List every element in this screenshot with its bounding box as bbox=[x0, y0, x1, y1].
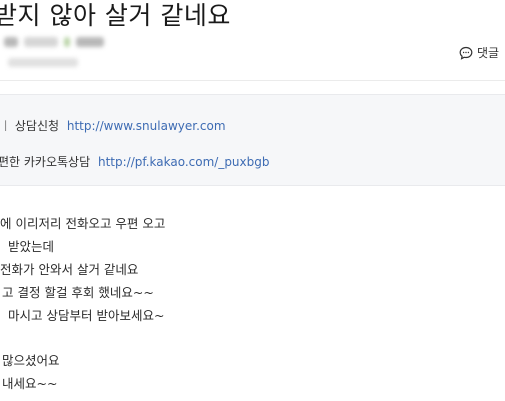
post-title: 받지 않아 살거 같네요 bbox=[0, 1, 231, 30]
kakao-consult-row: 편한 카카오톡상담 http://pf.kakao.com/_puxbgb bbox=[0, 153, 270, 170]
body-line-blank bbox=[0, 327, 165, 349]
author-badge-blur bbox=[64, 37, 70, 47]
body-line: 받았는데 bbox=[8, 239, 55, 254]
comment-button[interactable]: 댓글 bbox=[459, 44, 499, 61]
chat-bubble-icon bbox=[459, 46, 473, 60]
post-date-blur bbox=[8, 57, 78, 67]
body-line: 마시고 상담부터 받아보세요~ bbox=[8, 308, 165, 323]
blog-post-view: 받지 않아 살거 같네요 댓글 ㅣ 상담신청 http://www.snulaw… bbox=[0, 0, 505, 401]
body-line: 전화가 안와서 살거 같네요 bbox=[0, 262, 139, 277]
consult-request-link[interactable]: http://www.snulawyer.com bbox=[67, 119, 226, 133]
header-divider bbox=[0, 80, 505, 81]
kakao-consult-label: 편한 카카오톡상담 bbox=[0, 155, 91, 169]
comment-label: 댓글 bbox=[477, 46, 500, 60]
author-name-blur bbox=[24, 37, 58, 47]
consult-request-label: 상담신청 bbox=[14, 119, 60, 133]
author-info-blurred bbox=[4, 35, 104, 49]
body-line: 에 이리저리 전화오고 우편 오고 bbox=[0, 216, 166, 231]
post-date-blurred bbox=[8, 56, 78, 68]
author-rank-blur bbox=[76, 37, 104, 47]
contact-info-box: ㅣ 상담신청 http://www.snulawyer.com 편한 카카오톡상… bbox=[0, 94, 505, 186]
body-line: 많으셨어요 bbox=[2, 353, 60, 368]
author-avatar-blur bbox=[4, 37, 18, 47]
body-line: 고 결정 할걸 후회 했네요~~ bbox=[2, 285, 154, 300]
contact-row-marker: ㅣ bbox=[0, 119, 12, 133]
kakao-consult-link[interactable]: http://pf.kakao.com/_puxbgb bbox=[98, 155, 270, 169]
body-line: 내세요~~ bbox=[2, 376, 58, 391]
consult-request-row: ㅣ 상담신청 http://www.snulawyer.com bbox=[0, 117, 226, 134]
post-body: 에 이리저리 전화오고 우편 오고 받았는데 전화가 안와서 살거 같네요 고 … bbox=[0, 212, 165, 395]
